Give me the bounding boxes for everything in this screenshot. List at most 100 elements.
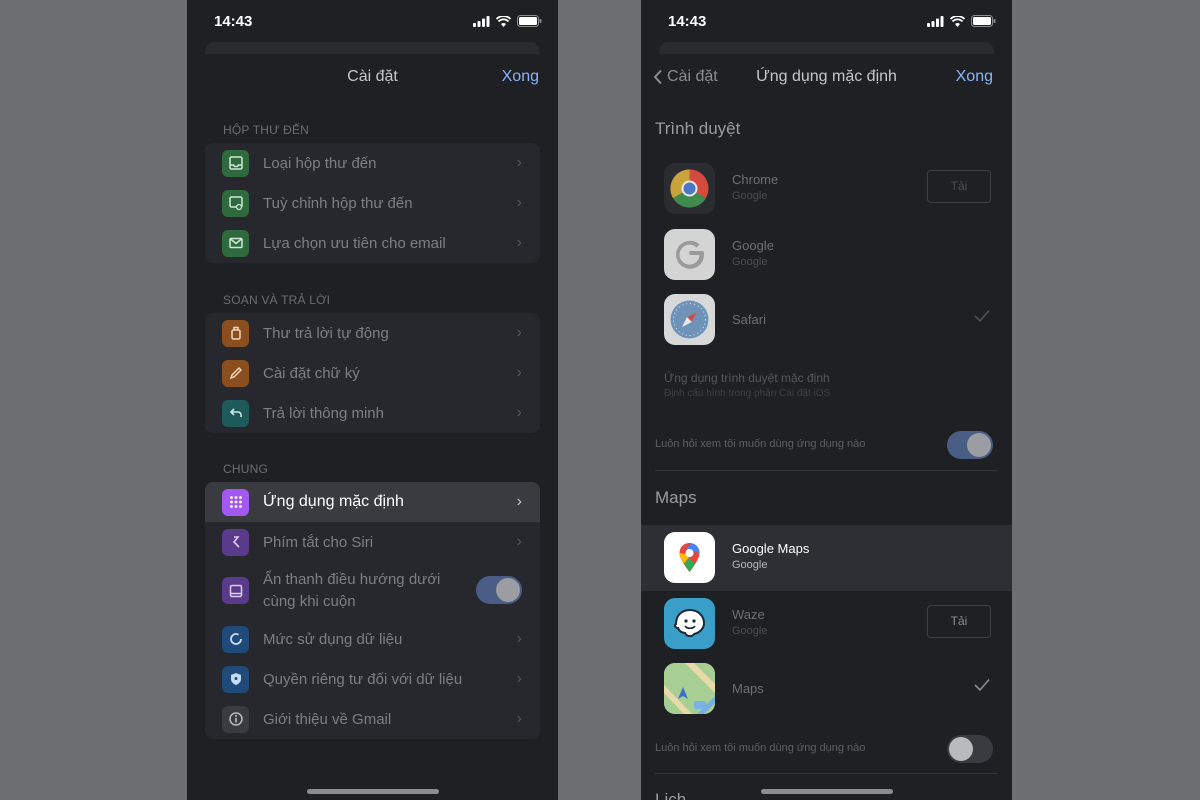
settings-item-label-line2: cùng khi cuộn bbox=[263, 593, 356, 610]
battery-icon bbox=[971, 15, 996, 27]
section-header-general: CHUNG bbox=[223, 462, 268, 476]
chevron-right-icon: › bbox=[516, 533, 522, 550]
chevron-right-icon: › bbox=[516, 154, 522, 171]
app-name: Chrome bbox=[732, 172, 779, 187]
maps-section-title: Maps bbox=[655, 488, 697, 507]
chevron-right-icon: › bbox=[516, 324, 522, 341]
settings-item-label: Cài đặt chữ ký bbox=[263, 364, 360, 382]
app-publisher: Google bbox=[732, 190, 768, 202]
chevron-right-icon: › bbox=[516, 234, 522, 251]
chevron-right-icon: › bbox=[516, 194, 522, 211]
settings-item-siri-shortcuts[interactable]: Phím tắt cho Siri › bbox=[205, 522, 540, 562]
nav-bar: Cài đặt Ứng dụng mặc định Xong bbox=[641, 54, 1012, 100]
reply-icon bbox=[222, 399, 249, 427]
settings-item-smart-reply[interactable]: Trả lời thông minh › bbox=[205, 393, 540, 433]
browser-always-ask-label: Luôn hỏi xem tôi muốn dùng ứng dụng nào bbox=[655, 438, 866, 450]
app-name: Google Maps bbox=[732, 541, 810, 556]
app-row-chrome[interactable]: Chrome Google Tải bbox=[641, 156, 1012, 222]
browser-always-ask-toggle[interactable] bbox=[947, 431, 993, 459]
shortcut-icon bbox=[222, 528, 249, 556]
cellular-signal-icon bbox=[927, 15, 944, 27]
home-indicator bbox=[306, 789, 439, 794]
app-publisher: Google bbox=[732, 256, 768, 268]
chevron-right-icon: › bbox=[516, 710, 522, 727]
settings-item-label: Giới thiệu về Gmail bbox=[263, 710, 392, 728]
app-row-google-maps[interactable]: Google Maps Google bbox=[641, 525, 1012, 591]
settings-item-about-gmail[interactable]: Giới thiệu về Gmail › bbox=[205, 699, 540, 739]
wifi-icon bbox=[950, 15, 965, 27]
chevron-right-icon: › bbox=[516, 670, 522, 687]
settings-item-default-apps[interactable]: Ứng dụng mặc định › bbox=[205, 482, 540, 522]
app-row-waze[interactable]: Waze Google Tải bbox=[641, 591, 1012, 657]
luggage-icon bbox=[222, 319, 249, 347]
cellular-signal-icon bbox=[473, 15, 490, 27]
app-name: Google bbox=[732, 238, 774, 253]
section-header-inbox: HỘP THƯ ĐẾN bbox=[223, 123, 310, 137]
battery-icon bbox=[517, 15, 542, 27]
settings-item-data-privacy[interactable]: Quyền riêng tư đối với dữ liệu › bbox=[205, 659, 540, 699]
calendar-section-title: Lịch bbox=[655, 790, 687, 800]
settings-item-label: Tuỳ chỉnh hộp thư đến bbox=[263, 194, 413, 212]
pen-icon bbox=[222, 359, 249, 387]
settings-group-inbox: Loại hộp thư đến › Tuỳ chỉnh hộp thư đến… bbox=[205, 143, 540, 263]
settings-group-compose: Thư trả lời tự động › Cài đặt chữ ký › T… bbox=[205, 313, 540, 433]
settings-item-label: Phím tắt cho Siri bbox=[263, 533, 374, 551]
default-browser-title: Ứng dụng trình duyệt mặc định bbox=[664, 371, 830, 385]
browser-section-title: Trình duyệt bbox=[655, 119, 741, 138]
info-icon bbox=[222, 705, 249, 733]
app-name: Maps bbox=[732, 681, 764, 696]
chevron-right-icon: › bbox=[516, 364, 522, 381]
app-grid-icon bbox=[222, 488, 249, 516]
settings-item-label: Trả lời thông minh bbox=[263, 404, 384, 422]
apple-maps-icon bbox=[664, 663, 715, 714]
waze-icon bbox=[664, 598, 715, 649]
hide-nav-bar-toggle[interactable] bbox=[476, 576, 522, 604]
data-usage-icon bbox=[222, 625, 249, 653]
app-row-safari[interactable]: Safari bbox=[641, 287, 1012, 353]
chevron-right-icon: › bbox=[516, 404, 522, 421]
mail-icon bbox=[222, 229, 249, 257]
settings-item-label: Thư trả lời tự động bbox=[263, 324, 389, 342]
maps-always-ask-toggle[interactable] bbox=[947, 735, 993, 763]
safari-icon bbox=[664, 294, 715, 345]
status-bar: 14:43 bbox=[187, 0, 558, 44]
google-icon bbox=[664, 229, 715, 280]
app-publisher: Google bbox=[732, 559, 768, 571]
get-button[interactable]: Tải bbox=[927, 170, 991, 203]
get-button[interactable]: Tải bbox=[927, 605, 991, 638]
maps-always-ask-label: Luôn hỏi xem tôi muốn dùng ứng dụng nào bbox=[655, 742, 866, 754]
chevron-right-icon: › bbox=[516, 493, 522, 510]
app-publisher: Google bbox=[732, 625, 768, 637]
app-row-google[interactable]: Google Google bbox=[641, 222, 1012, 288]
status-time: 14:43 bbox=[668, 13, 707, 30]
inbox-tray-icon bbox=[222, 149, 249, 177]
settings-item-inbox-type[interactable]: Loại hộp thư đến › bbox=[205, 143, 540, 183]
home-indicator bbox=[760, 789, 893, 794]
chrome-icon bbox=[664, 163, 715, 214]
settings-item-label: Ứng dụng mặc định bbox=[263, 493, 404, 510]
settings-item-email-preferences[interactable]: Lựa chọn ưu tiên cho email › bbox=[205, 223, 540, 263]
settings-group-general: Ứng dụng mặc định › Phím tắt cho Siri › … bbox=[205, 482, 540, 739]
done-button[interactable]: Xong bbox=[502, 68, 539, 86]
inbox-settings-icon bbox=[222, 189, 249, 217]
app-row-apple-maps[interactable]: Maps bbox=[641, 656, 1012, 722]
settings-item-label: Loại hộp thư đến bbox=[263, 154, 377, 172]
checkmark-icon bbox=[974, 309, 990, 323]
settings-item-label-line1: Ẩn thanh điều hướng dưới bbox=[263, 571, 441, 588]
shield-icon bbox=[222, 665, 249, 693]
settings-item-data-usage[interactable]: Mức sử dụng dữ liệu › bbox=[205, 619, 540, 659]
bottom-bar-icon bbox=[222, 577, 249, 604]
settings-item-auto-reply[interactable]: Thư trả lời tự động › bbox=[205, 313, 540, 353]
settings-screen: 14:43 Cài đặt Xong HỘP THƯ ĐẾN Loại hộp … bbox=[187, 0, 558, 800]
settings-item-label: Quyền riêng tư đối với dữ liệu bbox=[263, 670, 463, 688]
google-maps-icon bbox=[664, 532, 715, 583]
status-time: 14:43 bbox=[214, 13, 253, 30]
default-browser-subtitle: Định cấu hình trong phần Cài đặt iOS bbox=[664, 388, 831, 399]
checkmark-icon bbox=[974, 678, 990, 692]
done-button[interactable]: Xong bbox=[956, 68, 993, 86]
settings-item-signature[interactable]: Cài đặt chữ ký › bbox=[205, 353, 540, 393]
nav-bar: Cài đặt Xong bbox=[187, 54, 558, 100]
wifi-icon bbox=[496, 15, 511, 27]
settings-item-customize-inbox[interactable]: Tuỳ chỉnh hộp thư đến › bbox=[205, 183, 540, 223]
app-name: Safari bbox=[732, 312, 766, 327]
